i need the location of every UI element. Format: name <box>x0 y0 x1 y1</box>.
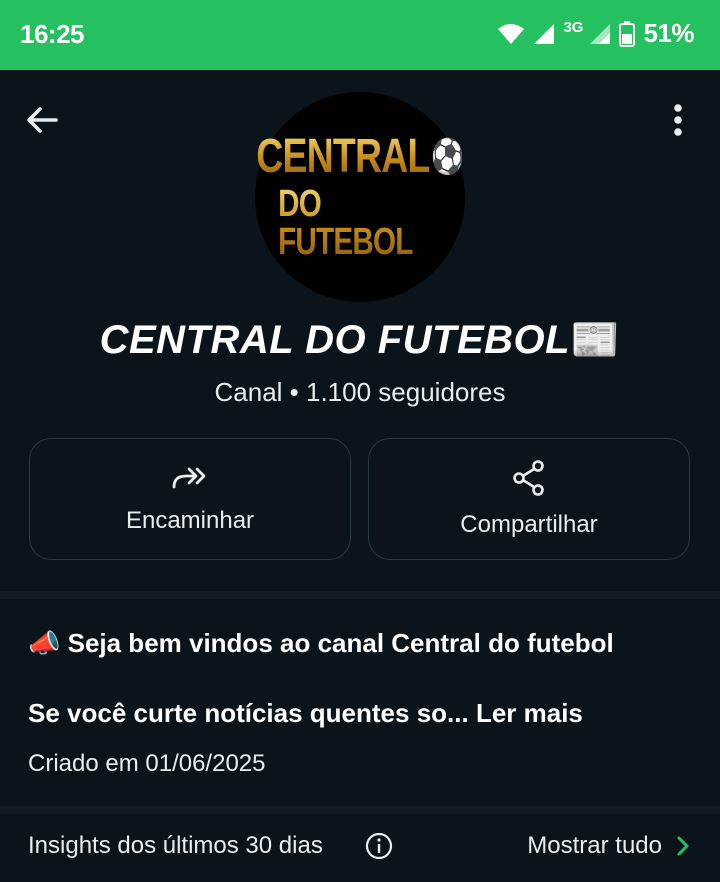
read-more-link[interactable]: Ler mais <box>469 698 583 728</box>
battery-icon <box>619 20 636 47</box>
description-preview: Se você curte notícias quentes so... <box>28 698 469 728</box>
chevron-right-icon <box>677 836 689 856</box>
share-label: Compartilhar <box>460 511 598 538</box>
forward-button[interactable]: Encaminhar <box>29 438 351 560</box>
logo-text-central: CENTRAL <box>256 130 430 183</box>
insights-row: Insights dos últimos 30 dias Mostrar tud… <box>0 816 720 882</box>
forward-icon <box>172 467 206 489</box>
newspaper-emoji: 📰 <box>570 318 621 362</box>
info-icon[interactable] <box>365 832 393 860</box>
more-options-button[interactable] <box>658 100 698 140</box>
more-vertical-icon <box>674 104 682 136</box>
status-icons: 3G 51% <box>497 18 694 49</box>
section-divider <box>0 591 720 599</box>
channel-subtitle: Canal • 1.100 seguidores <box>214 377 506 407</box>
logo-line2: DO FUTEBOL <box>278 185 442 261</box>
insights-label: Insights dos últimos 30 dias <box>28 832 323 859</box>
section-divider <box>0 806 720 814</box>
channel-avatar[interactable]: CENTRAL ⚽ DO FUTEBOL <box>255 92 465 302</box>
logo-line1: CENTRAL ⚽ <box>256 130 464 183</box>
description-text: Se você curte notícias quentes so... Ler… <box>28 698 583 729</box>
share-button[interactable]: Compartilhar <box>368 438 690 560</box>
channel-name: CENTRAL DO FUTEBOL <box>99 318 571 362</box>
status-time: 16:25 <box>20 19 85 49</box>
forward-label: Encaminhar <box>125 507 255 534</box>
network-type: 3G <box>563 19 584 36</box>
share-icon <box>513 460 544 496</box>
soccer-ball-icon: ⚽ <box>431 138 464 176</box>
description-headline: 📣 Seja bem vindos ao canal Central do fu… <box>28 628 614 658</box>
status-bar: 16:25 3G 51% <box>0 0 720 70</box>
signal-icon <box>534 23 555 44</box>
show-all-label: Mostrar tudo <box>527 832 662 859</box>
back-button[interactable] <box>22 100 62 140</box>
wifi-icon <box>498 23 525 44</box>
signal-3g-icon <box>590 23 611 44</box>
created-date: Criado em 01/06/2025 <box>28 750 266 777</box>
arrow-left-icon <box>27 107 58 133</box>
battery-level: 51% <box>643 18 694 48</box>
channel-title: CENTRAL DO FUTEBOL📰 <box>0 316 720 363</box>
show-all-button[interactable]: Mostrar tudo <box>527 832 690 860</box>
